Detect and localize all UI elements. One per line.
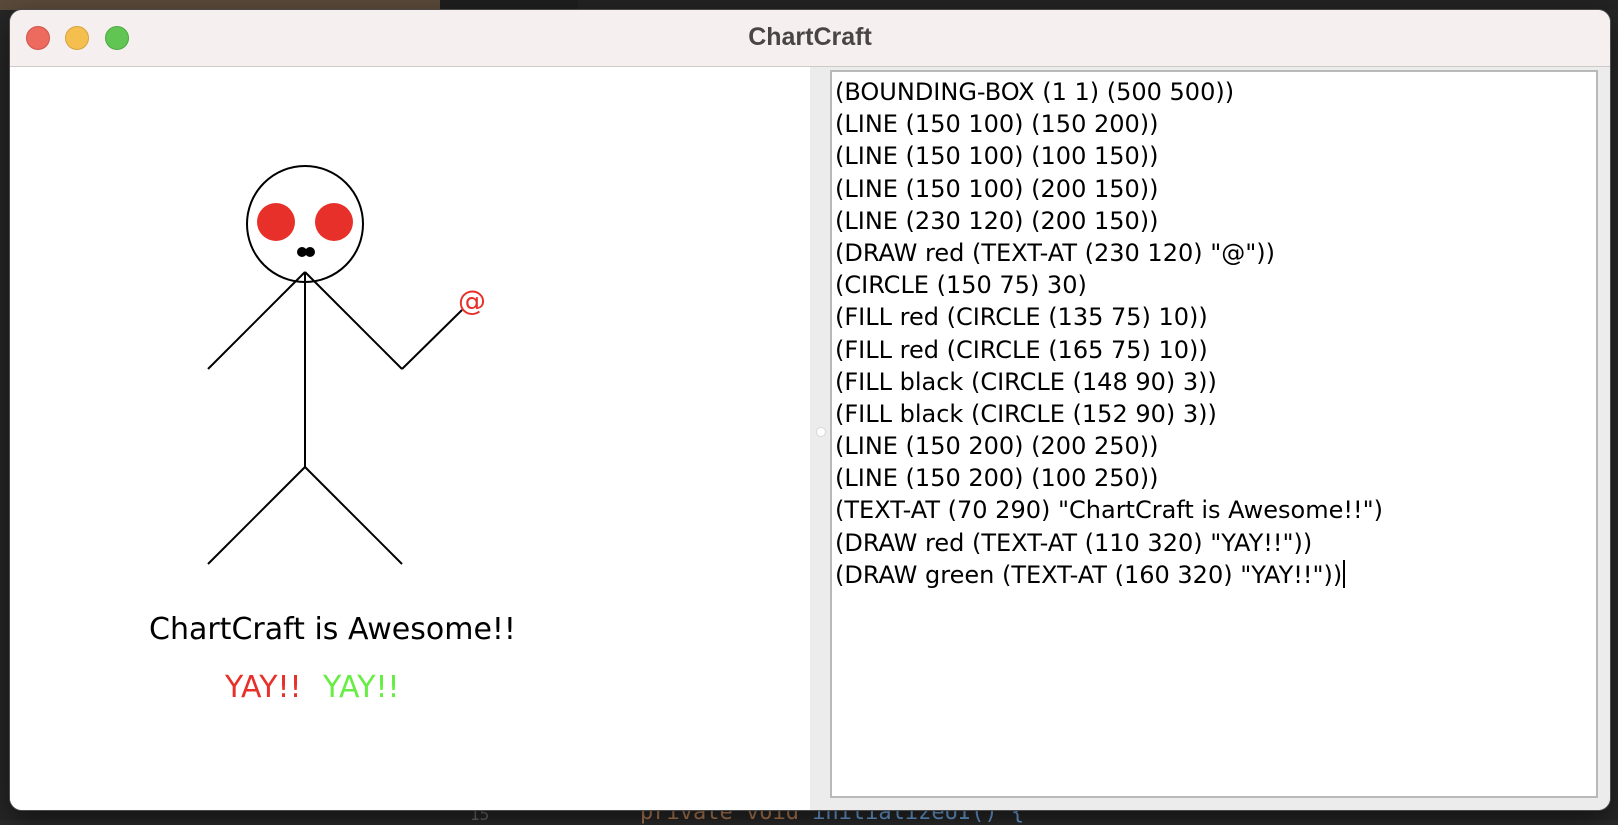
yay-green-text: YAY!! [322,670,400,705]
hand-line [401,309,463,370]
code-line: (LINE (150 100) (150 200)) [835,110,1159,139]
code-line: (CIRCLE (150 75) 30) [835,271,1087,300]
title-bar[interactable]: ChartCraft [10,10,1610,67]
nose-right-dot [305,247,315,257]
caption-text: ChartCraft is Awesome!! [149,612,516,647]
zoom-window-button[interactable] [105,26,129,50]
left-arm-line [207,271,306,370]
code-line: (FILL black (CIRCLE (152 90) 3)) [835,399,1217,428]
code-line: (DRAW red (TEXT-AT (110 320) "YAY!!")) [835,528,1313,557]
code-line-last: (DRAW green (TEXT-AT (160 320) "YAY!!")) [835,559,1596,591]
drawing-canvas: @ ChartCraft is Awesome!! YAY!! YAY!! [10,67,810,810]
yay-red-text: YAY!! [224,670,302,705]
code-line: (FILL red (CIRCLE (135 75) 10)) [835,303,1208,332]
chartcraft-window: ChartCraft @ ChartCraft is Awesome!! YAY… [10,10,1610,810]
left-eye [257,203,295,241]
code-line: (LINE (150 100) (200 150)) [835,174,1159,203]
code-line: (BOUNDING-BOX (1 1) (500 500)) [835,78,1235,106]
code-line: (FILL red (CIRCLE (165 75) 10)) [835,335,1208,364]
split-divider[interactable] [810,67,830,810]
code-line: (LINE (150 200) (200 250)) [835,432,1159,461]
code-line: (LINE (150 100) (100 150)) [835,142,1159,171]
at-symbol-text: @ [458,284,486,317]
window-title: ChartCraft [748,23,872,51]
text-caret [1343,559,1346,588]
desktop-strip [578,0,1618,10]
right-leg-line [304,466,403,565]
right-eye [315,203,353,241]
code-line: (LINE (230 120) (200 150)) [835,206,1159,235]
minimize-window-button[interactable] [65,26,89,50]
code-editor[interactable]: (BOUNDING-BOX (1 1) (500 500)) (LINE (15… [830,70,1598,798]
code-line-text: (DRAW green (TEXT-AT (160 320) "YAY!!")) [835,560,1343,589]
split-pane: @ ChartCraft is Awesome!! YAY!! YAY!! (B… [10,67,1610,810]
code-line: (DRAW red (TEXT-AT (230 120) "@")) [835,238,1276,267]
code-line: (FILL black (CIRCLE (148 90) 3)) [835,367,1217,396]
desktop-strip [0,0,440,10]
code-line: (TEXT-AT (70 290) "ChartCraft is Awesome… [835,496,1383,525]
close-window-button[interactable] [26,26,50,50]
desktop-strip [440,0,578,10]
drawing-svg: @ ChartCraft is Awesome!! YAY!! YAY!! [149,165,516,705]
left-leg-line [207,466,306,565]
right-arm-line [304,271,403,370]
divider-grip-handle[interactable] [816,427,826,437]
code-line: (LINE (150 200) (100 250)) [835,464,1159,493]
